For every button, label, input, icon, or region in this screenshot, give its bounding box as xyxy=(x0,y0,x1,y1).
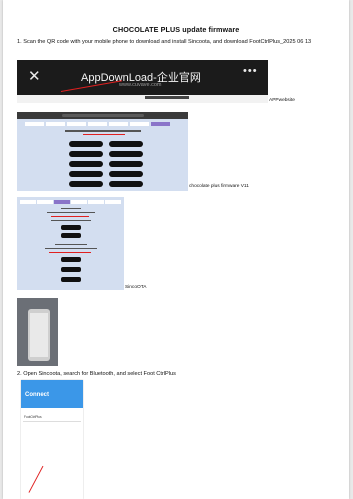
nav-tab xyxy=(88,200,104,204)
status-bar xyxy=(21,380,83,388)
annotation-underline xyxy=(51,216,89,218)
store-button xyxy=(61,257,81,262)
download-button xyxy=(69,181,103,187)
download-button xyxy=(69,161,103,167)
device-row: FootCtrlPlus xyxy=(23,413,81,422)
heading-line xyxy=(61,208,81,210)
figure-caption-sincoota: SincoOTA xyxy=(125,285,147,290)
nav-tab-active xyxy=(151,122,170,126)
address-bar xyxy=(62,114,144,117)
site-url: www.cuvave.com xyxy=(119,82,162,88)
annotation-arrow xyxy=(28,465,44,493)
ota-page-screenshot xyxy=(17,197,124,290)
nav-tab xyxy=(109,122,128,126)
download-button xyxy=(109,181,143,187)
document-page: CHOCOLATE PLUS update firmware 1. Scan t… xyxy=(3,0,349,499)
annotation-underline xyxy=(83,134,125,136)
figure-caption-firmware: chocolate plus firmware V11 xyxy=(189,184,249,189)
store-button xyxy=(61,233,81,238)
browser-title-bar-screenshot: ✕ AppDownLoad-企业官网 www.cuvave.com ••• xyxy=(17,60,268,103)
download-button xyxy=(109,161,143,167)
download-button xyxy=(109,151,143,157)
document-title: CHOCOLATE PLUS update firmware xyxy=(112,25,240,34)
figure-caption-app-website: APPwebsite xyxy=(269,98,295,103)
nav-tab-active xyxy=(54,200,70,204)
nav-tab xyxy=(88,122,107,126)
connect-screen-screenshot: Connect FootCtrlPlus xyxy=(21,380,83,499)
download-button xyxy=(69,141,103,147)
annotation-underline xyxy=(49,252,91,254)
download-button xyxy=(69,151,103,157)
phone-photo xyxy=(17,298,58,366)
more-dots-icon: ••• xyxy=(243,65,258,77)
store-button xyxy=(61,225,81,230)
browser-toolbar xyxy=(17,112,188,119)
download-button xyxy=(109,141,143,147)
phone xyxy=(28,309,50,361)
step-1-text: 1. Scan the QR code with your mobile pho… xyxy=(17,39,312,45)
nav-tab xyxy=(67,122,86,126)
page-strip xyxy=(17,95,268,103)
screen-title: Connect xyxy=(25,392,49,398)
nav-tab xyxy=(25,122,44,126)
device-name: FootCtrlPlus xyxy=(24,415,42,419)
step-2-text: 2. Open Sincoota, search for Bluetooth, … xyxy=(17,371,176,377)
site-nav xyxy=(25,122,170,126)
cut-text xyxy=(145,96,189,99)
app-header xyxy=(21,388,83,408)
notice-text xyxy=(65,130,141,132)
text-line xyxy=(45,248,97,250)
close-icon: ✕ xyxy=(28,67,41,85)
nav-tab xyxy=(130,122,149,126)
store-button xyxy=(61,267,81,272)
download-button xyxy=(69,171,103,177)
download-button xyxy=(109,171,143,177)
phone-screen xyxy=(30,313,48,357)
nav-tab xyxy=(46,122,65,126)
heading-line xyxy=(55,244,87,246)
text-line xyxy=(47,212,95,214)
nav-tab xyxy=(71,200,87,204)
site-nav xyxy=(20,200,121,204)
text-line xyxy=(51,220,91,222)
nav-tab xyxy=(37,200,53,204)
nav-tab xyxy=(105,200,121,204)
store-button xyxy=(61,277,81,282)
nav-tab xyxy=(20,200,36,204)
download-page-screenshot xyxy=(17,112,188,191)
